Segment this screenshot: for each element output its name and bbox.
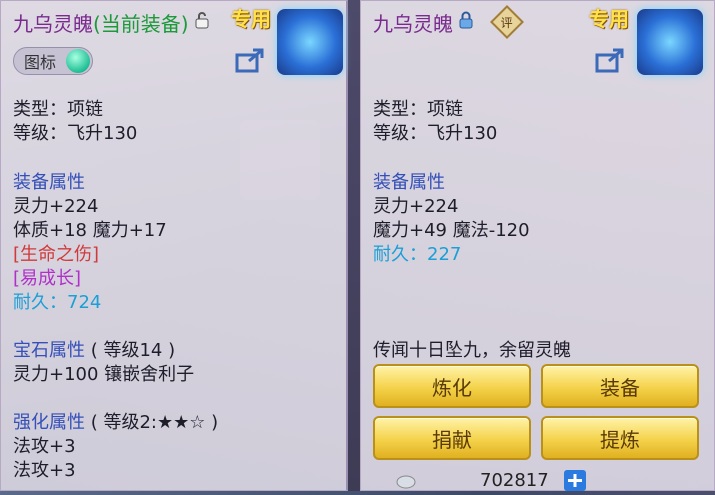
- item-type: 类型：项链: [13, 99, 103, 120]
- extract-button[interactable]: 提炼: [541, 416, 699, 460]
- durability: 耐久：724: [13, 292, 102, 313]
- special-trait: [易成长]: [13, 268, 82, 289]
- item-name: 九乌灵魄: [373, 11, 453, 36]
- currency-bar: 702817: [392, 470, 586, 491]
- compared-item-panel: 九乌灵魄 评 专用 类型：项链 等级：飞升130 装备属性 灵力+224 魔力+…: [360, 0, 715, 491]
- attr-line: 灵力+224: [13, 196, 99, 217]
- refine-button[interactable]: 炼化: [373, 364, 531, 408]
- share-icon[interactable]: [595, 47, 625, 73]
- rate-badge[interactable]: 评: [490, 5, 524, 39]
- rate-badge-label: 评: [500, 15, 514, 30]
- item-title-row: 九乌灵魄 (当前装备): [13, 7, 209, 37]
- toggle-label: 图标: [24, 53, 57, 72]
- equipment-attr-title: 装备属性: [13, 172, 85, 193]
- gem-line: 灵力+100 镶嵌舍利子: [13, 364, 195, 385]
- necklace-item-icon: [277, 9, 343, 75]
- equip-button[interactable]: 装备: [541, 364, 699, 408]
- share-icon[interactable]: [235, 47, 265, 73]
- attr-line: 体质+18 魔力+17: [13, 220, 167, 241]
- item-description: 传闻十日坠九，余留灵魄: [373, 340, 571, 361]
- item-type: 类型：项链: [373, 99, 463, 120]
- item-name: 九乌灵魄: [13, 11, 93, 36]
- enhance-line: 法攻+3: [13, 436, 76, 457]
- necklace-item-icon: [637, 9, 703, 75]
- special-effect: [生命之伤]: [13, 244, 100, 265]
- enhance-attr-title: 强化属性: [13, 412, 85, 433]
- exclusive-label: 专用: [589, 7, 629, 31]
- attr-line: 灵力+224: [373, 196, 459, 217]
- enhance-attr-row: 强化属性 ( 等级2:★★☆ ): [13, 408, 218, 434]
- gem-attr-row: 宝石属性 ( 等级14 ): [13, 336, 175, 362]
- lock-icon[interactable]: [459, 11, 473, 33]
- attr-line: 魔力+49 魔法-120: [373, 220, 530, 241]
- durability: 耐久：227: [373, 244, 462, 265]
- add-currency-icon[interactable]: [564, 470, 586, 495]
- panel-divider: [348, 0, 360, 491]
- item-level: 等级：飞升130: [373, 123, 498, 144]
- enhance-level: ( 等级2:★★☆ ): [90, 412, 219, 433]
- gem-attr-title: 宝石属性: [13, 340, 85, 361]
- donate-button[interactable]: 捐献: [373, 416, 531, 460]
- item-level: 等级：飞升130: [13, 123, 138, 144]
- gem-level: ( 等级14 ): [90, 340, 176, 361]
- exclusive-label: 专用: [231, 7, 271, 31]
- current-item-panel: 九乌灵魄 (当前装备) 专用 图标 类型：项链 等级：飞升130 装备属性 灵力…: [0, 0, 348, 491]
- enhance-line: 法攻+3: [13, 460, 76, 481]
- unlock-icon[interactable]: [195, 11, 209, 33]
- equipment-attr-title: 装备属性: [373, 172, 445, 193]
- currency-value: 702817: [480, 470, 549, 491]
- item-title-row: 九乌灵魄 评: [373, 5, 524, 39]
- icon-toggle[interactable]: 图标: [13, 47, 93, 75]
- equipped-tag: (当前装备): [93, 11, 189, 36]
- toggle-knob: [66, 49, 90, 73]
